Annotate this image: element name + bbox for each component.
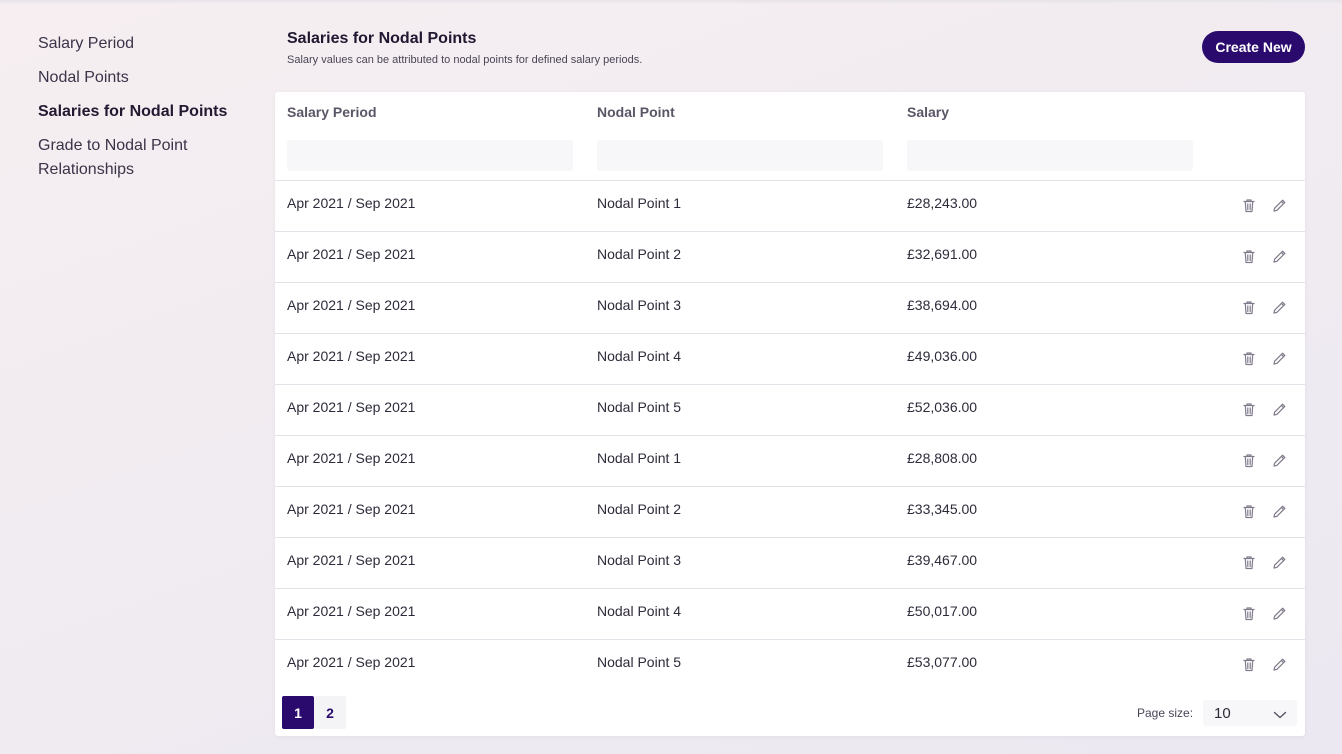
pencil-icon[interactable] [1270,196,1288,214]
nodal-point-cell: Nodal Point 1 [597,450,682,466]
salary-period-cell: Apr 2021 / Sep 2021 [287,603,416,619]
salary-period-cell: Apr 2021 / Sep 2021 [287,501,416,517]
pencil-icon[interactable] [1270,553,1288,571]
salary-period-cell: Apr 2021 / Sep 2021 [287,297,416,313]
salary-cell: £32,691.00 [907,246,978,262]
salary-cell: £28,243.00 [907,195,978,211]
table-row: Apr 2021 / Sep 2021 Nodal Point 3 £38,694.… [275,283,1305,334]
salary-cell: £38,694.00 [907,297,978,313]
pencil-icon[interactable] [1270,247,1288,265]
nodal-point-cell: Nodal Point 5 [597,654,682,670]
nodal-point-cell: Nodal Point 3 [597,297,682,313]
trash-icon[interactable] [1240,298,1258,316]
nodal-point-cell: Nodal Point 2 [597,246,682,262]
salary-period-cell: Apr 2021 / Sep 2021 [287,246,416,262]
salary-cell: £28,808.00 [907,450,978,466]
page-header: Salaries for Nodal Points Salary values … [287,30,1307,66]
pencil-icon[interactable] [1270,655,1288,673]
sidebar-item-nodal-points[interactable]: Nodal Points [38,66,253,90]
table-row: Apr 2021 / Sep 2021 Nodal Point 2 £32,691.… [275,232,1305,283]
nodal-point-cell: Nodal Point 3 [597,552,682,568]
salary-period-cell: Apr 2021 / Sep 2021 [287,552,416,568]
table-row: Apr 2021 / Sep 2021 Nodal Point 1 £28,243.… [275,181,1305,232]
page-2-button[interactable]: 2 [314,696,346,729]
sidebar-item-grade-to-nodal-point[interactable]: Grade to Nodal Point Relationships [38,134,253,182]
pencil-icon[interactable] [1270,349,1288,367]
sidebar-item-salary-period[interactable]: Salary Period [38,32,253,56]
page-1-button[interactable]: 1 [282,696,314,729]
table-row: Apr 2021 / Sep 2021 Nodal Point 5 £53,077.… [275,640,1305,691]
salary-period-cell: Apr 2021 / Sep 2021 [287,195,416,211]
column-header-nodal-point[interactable]: Nodal Point [597,104,675,120]
table-header: Salary Period Nodal Point Salary [275,92,1305,181]
salary-filter-input[interactable] [907,140,1193,171]
trash-icon[interactable] [1240,247,1258,265]
trash-icon[interactable] [1240,502,1258,520]
table-row: Apr 2021 / Sep 2021 Nodal Point 5 £52,036.… [275,385,1305,436]
trash-icon[interactable] [1240,604,1258,622]
table-row: Apr 2021 / Sep 2021 Nodal Point 4 £50,017.… [275,589,1305,640]
table-row: Apr 2021 / Sep 2021 Nodal Point 1 £28,808.… [275,436,1305,487]
nodal-point-cell: Nodal Point 5 [597,399,682,415]
nodal-point-cell: Nodal Point 1 [597,195,682,211]
chevron-down-icon [1273,707,1287,725]
page-subtitle: Salary values can be attributed to nodal… [287,54,643,66]
trash-icon[interactable] [1240,655,1258,673]
page-size-value: 10 [1214,705,1231,722]
top-shadow [0,0,1342,4]
trash-icon[interactable] [1240,451,1258,469]
nodal-point-cell: Nodal Point 4 [597,348,682,364]
table-row: Apr 2021 / Sep 2021 Nodal Point 2 £33,345.… [275,487,1305,538]
pencil-icon[interactable] [1270,604,1288,622]
trash-icon[interactable] [1240,400,1258,418]
salary-period-cell: Apr 2021 / Sep 2021 [287,348,416,364]
create-new-button[interactable]: Create New [1202,31,1305,63]
table-row: Apr 2021 / Sep 2021 Nodal Point 4 £49,036.… [275,334,1305,385]
salary-cell: £52,036.00 [907,399,978,415]
pencil-icon[interactable] [1270,451,1288,469]
salary-period-cell: Apr 2021 / Sep 2021 [287,450,416,466]
nodal-point-cell: Nodal Point 4 [597,603,682,619]
salary-period-cell: Apr 2021 / Sep 2021 [287,399,416,415]
pencil-icon[interactable] [1270,298,1288,316]
sidebar-item-salaries-for-nodal-points[interactable]: Salaries for Nodal Points [38,100,253,124]
salary-cell: £33,345.00 [907,501,978,517]
salary-cell: £39,467.00 [907,552,978,568]
nodal-point-cell: Nodal Point 2 [597,501,682,517]
pencil-icon[interactable] [1270,400,1288,418]
pencil-icon[interactable] [1270,502,1288,520]
table-row: Apr 2021 / Sep 2021 Nodal Point 3 £39,467.… [275,538,1305,589]
salary-cell: £53,077.00 [907,654,978,670]
sidebar-nav: Salary Period Nodal Points Salaries for … [38,32,253,192]
page-size-select[interactable]: 10 [1203,700,1297,726]
trash-icon[interactable] [1240,553,1258,571]
trash-icon[interactable] [1240,196,1258,214]
salary-period-cell: Apr 2021 / Sep 2021 [287,654,416,670]
column-header-salary[interactable]: Salary [907,104,949,120]
table-footer: 1 2 Page size: 10 [275,696,1305,729]
page-title: Salaries for Nodal Points [287,30,477,47]
salary-cell: £50,017.00 [907,603,978,619]
salaries-table-card: Salary Period Nodal Point Salary Apr 202… [275,92,1305,736]
salary-cell: £49,036.00 [907,348,978,364]
salary-period-filter-input[interactable] [287,140,573,171]
trash-icon[interactable] [1240,349,1258,367]
column-header-salary-period[interactable]: Salary Period [287,104,377,120]
table-body: Apr 2021 / Sep 2021 Nodal Point 1 £28,243.… [275,181,1305,691]
page-size-label: Page size: [1137,706,1194,720]
nodal-point-filter-input[interactable] [597,140,883,171]
